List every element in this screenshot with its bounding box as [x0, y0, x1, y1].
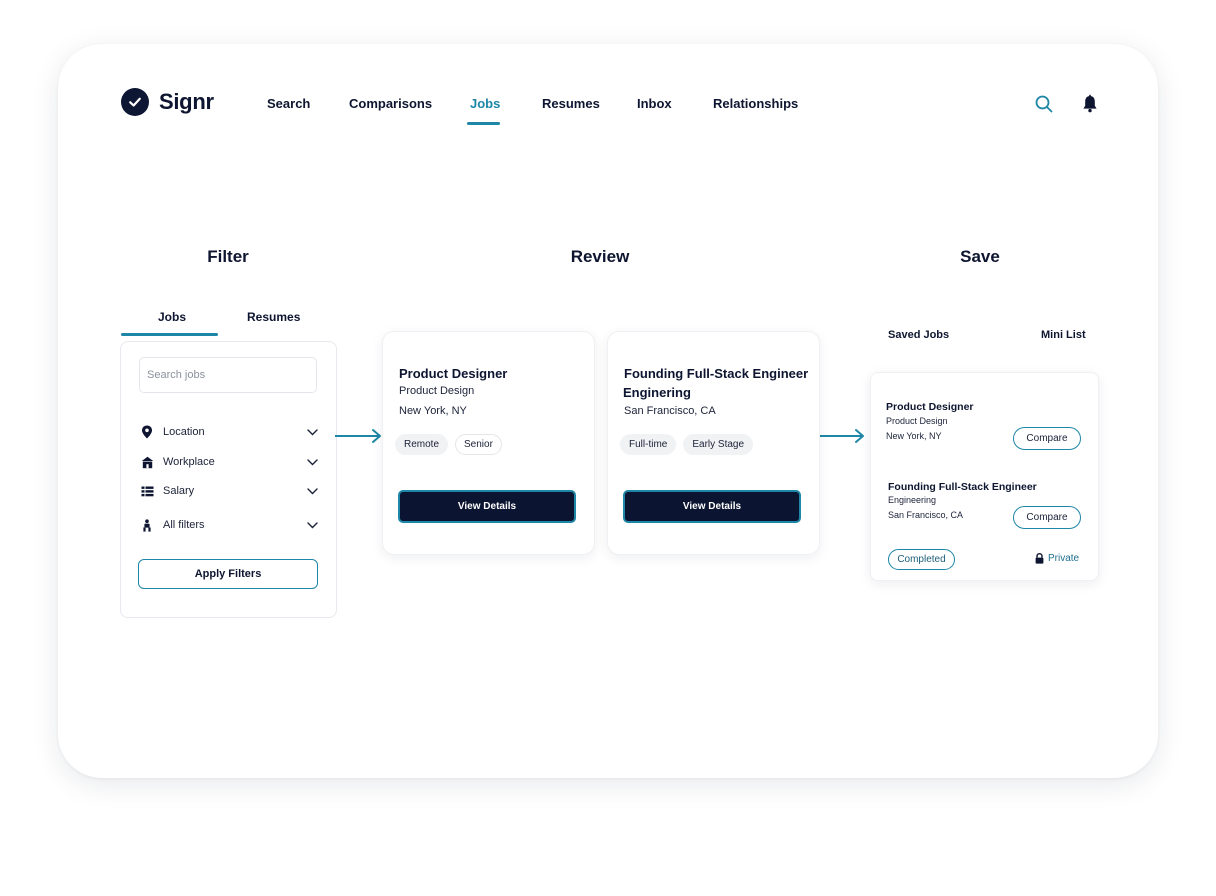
- compare-button[interactable]: Compare: [1013, 506, 1081, 529]
- tab-resumes[interactable]: Resumes: [247, 310, 300, 324]
- filter-label: All filters: [163, 519, 205, 531]
- tab-active-indicator: [121, 333, 218, 336]
- saved-job-title: Product Designer: [886, 401, 974, 413]
- nav-inbox[interactable]: Inbox: [637, 96, 672, 111]
- chevron-down-icon: [306, 456, 318, 468]
- nav-active-indicator: [467, 122, 500, 125]
- section-title-review: Review: [570, 247, 630, 266]
- nav-relationships[interactable]: Relationships: [713, 96, 798, 111]
- job-location: New York, NY: [399, 405, 467, 417]
- job-card: Founding Full-Stack Engineer San Francis…: [607, 331, 820, 555]
- chevron-down-icon: [306, 485, 318, 497]
- privacy-indicator[interactable]: Private: [1035, 553, 1079, 564]
- saved-job-location: New York, NY: [886, 431, 942, 441]
- apply-filters-button[interactable]: Apply Filters: [138, 559, 318, 589]
- filter-workplace[interactable]: Workplace: [140, 452, 318, 472]
- bell-icon[interactable]: [1079, 93, 1101, 115]
- job-tag: Senior: [455, 434, 502, 455]
- view-details-button[interactable]: View Details: [398, 490, 576, 523]
- filter-all-filters[interactable]: All filters: [140, 515, 318, 535]
- arrow-right-icon: [818, 429, 864, 443]
- job-card: Product Designer Product Design New York…: [382, 331, 595, 555]
- privacy-label: Private: [1048, 553, 1080, 564]
- tab-jobs[interactable]: Jobs: [158, 310, 186, 324]
- job-tag: Early Stage: [683, 434, 754, 455]
- chevron-down-icon: [306, 426, 318, 438]
- job-tags: Full-time Early Stage: [620, 434, 754, 455]
- saved-job-title: Founding Full-Stack Engineer: [888, 481, 1037, 493]
- nav-resumes[interactable]: Resumes: [542, 96, 600, 111]
- section-title-filter: Filter: [207, 247, 249, 266]
- filter-label: Salary: [163, 485, 195, 497]
- filter-salary[interactable]: Salary: [140, 481, 318, 501]
- job-title: Product Designer: [399, 366, 508, 381]
- job-tags: Remote Senior: [395, 434, 502, 455]
- location-pin-icon: [140, 425, 154, 439]
- salary-icon: [140, 484, 154, 498]
- filter-label: Location: [163, 426, 205, 438]
- workplace-icon: [140, 455, 154, 469]
- job-title: Founding Full-Stack Engineer: [624, 366, 809, 381]
- nav-comparisons[interactable]: Comparisons: [349, 96, 432, 111]
- search-jobs-input[interactable]: [139, 357, 317, 393]
- nav-search[interactable]: Search: [267, 96, 310, 111]
- compare-button[interactable]: Compare: [1013, 427, 1081, 450]
- job-tag: Full-time: [620, 434, 677, 455]
- search-icon[interactable]: [1033, 93, 1055, 115]
- filters-icon: [140, 518, 154, 532]
- job-department: Enginering: [623, 385, 691, 400]
- brand-logo[interactable]: Signr: [121, 88, 214, 116]
- lock-icon: [1035, 553, 1044, 564]
- arrow-right-icon: [335, 429, 381, 443]
- job-department: Product Design: [399, 385, 475, 397]
- saved-job-department: Engineering: [888, 495, 937, 505]
- brand-name: Signr: [159, 89, 214, 114]
- chevron-down-icon: [306, 519, 318, 531]
- checkmark-logo-icon: [121, 88, 149, 116]
- filter-label: Workplace: [163, 456, 215, 468]
- job-tag: Remote: [395, 434, 449, 455]
- job-location: San Francisco, CA: [624, 405, 716, 417]
- saved-job-location: San Francisco, CA: [888, 510, 964, 520]
- saved-job-department: Product Design: [886, 416, 948, 426]
- nav-jobs[interactable]: Jobs: [470, 96, 500, 111]
- view-details-button[interactable]: View Details: [623, 490, 801, 523]
- mini-list-header[interactable]: Mini List: [1041, 329, 1086, 341]
- saved-jobs-header[interactable]: Saved Jobs: [888, 329, 949, 341]
- section-title-save: Save: [960, 247, 1000, 266]
- filter-location[interactable]: Location: [140, 422, 318, 442]
- status-badge: Completed: [888, 549, 955, 570]
